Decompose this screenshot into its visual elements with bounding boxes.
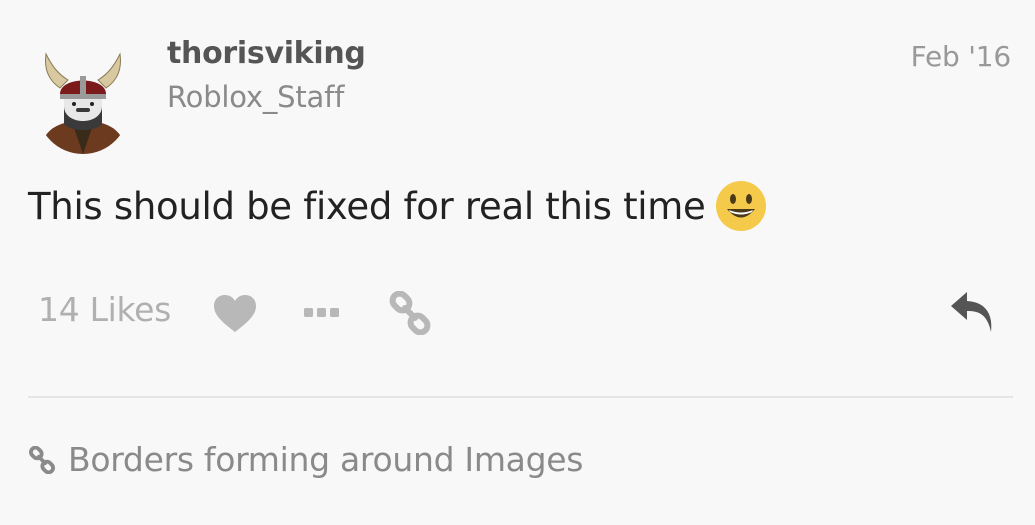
linked-topic-link[interactable]: Borders forming around Images	[28, 440, 583, 479]
post-username[interactable]: thorisviking	[167, 36, 366, 71]
linked-topic-title[interactable]: Borders forming around Images	[68, 440, 583, 479]
likes-count[interactable]: 14 Likes	[38, 290, 171, 329]
post-container: thorisviking Roblox_Staff Feb '16 This s…	[0, 0, 1035, 525]
ellipsis-icon[interactable]	[304, 306, 340, 320]
reply-icon[interactable]	[949, 290, 995, 334]
post-body: This should be fixed for real this time	[28, 180, 767, 232]
post-actions: 14 Likes	[38, 288, 995, 338]
avatar[interactable]	[38, 50, 128, 154]
link-icon	[29, 445, 55, 474]
link-icon[interactable]	[388, 291, 432, 335]
smiley-emoji-icon	[716, 181, 767, 231]
heart-icon[interactable]	[212, 294, 258, 334]
post-body-text: This should be fixed for real this time	[28, 184, 706, 228]
post-date[interactable]: Feb '16	[911, 40, 1012, 73]
post-user-title: Roblox_Staff	[167, 80, 345, 114]
divider	[28, 396, 1013, 398]
